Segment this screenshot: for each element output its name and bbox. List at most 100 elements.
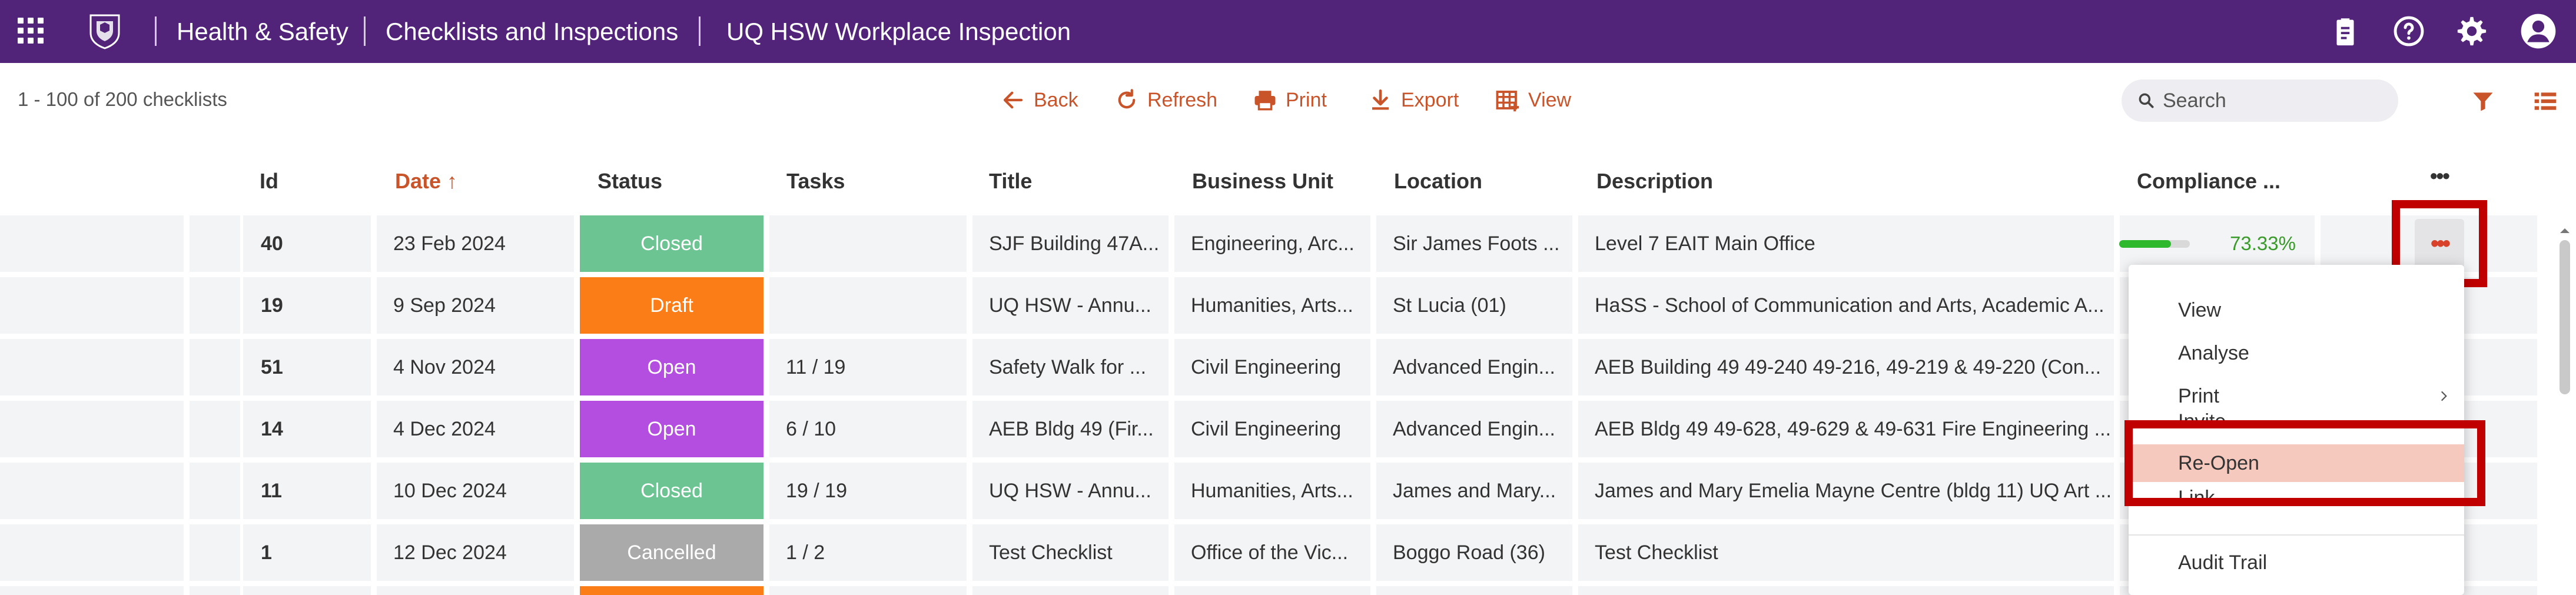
cell-title: UQ HSW - Annu... <box>972 463 1169 519</box>
record-count: 1 - 100 of 200 checklists <box>18 88 227 110</box>
cell-id: 40 <box>243 215 371 272</box>
table-cell <box>0 586 184 595</box>
status-badge: Open <box>580 401 763 457</box>
table-cell <box>377 586 574 595</box>
cell-business-unit: Office of the Vic... <box>1174 524 1370 581</box>
cell-description: James and Mary Emelia Mayne Centre (bldg… <box>1578 463 2114 519</box>
cell-description: AEB Bldg 49 49-628, 49-629 & 49-631 Fire… <box>1578 401 2114 457</box>
cell-location: Advanced Engin... <box>1376 401 1572 457</box>
search-box[interactable] <box>2122 79 2398 122</box>
vertical-scrollbar-thumb[interactable] <box>2560 240 2570 394</box>
table-cell <box>1174 586 1370 595</box>
row-expand-cell <box>190 215 240 272</box>
cell-location: Boggo Road (36) <box>1376 524 1572 581</box>
status-badge <box>580 586 763 595</box>
menu-item-print[interactable]: Print <box>2129 377 2464 415</box>
column-header-business-unit[interactable]: Business Unit <box>1192 169 1333 194</box>
row-select-cell <box>0 463 184 519</box>
breadcrumb-separator <box>699 16 701 46</box>
cell-id: 11 <box>243 463 371 519</box>
row-expand-cell <box>190 339 240 395</box>
view-button[interactable]: View <box>1495 85 1571 115</box>
table-view-icon <box>1496 91 1519 112</box>
status-badge: Open <box>580 339 763 395</box>
column-header-status[interactable]: Status <box>597 169 662 194</box>
column-header-title[interactable]: Title <box>989 169 1032 194</box>
column-header-compliance[interactable]: Compliance ... <box>2137 169 2280 194</box>
cell-business-unit: Humanities, Arts... <box>1174 277 1370 334</box>
back-label: Back <box>1034 88 1078 111</box>
cell-title: Safety Walk for ... <box>972 339 1169 395</box>
cell-location: Sir James Foots ... <box>1376 215 1572 272</box>
column-options-button[interactable]: ••• <box>2430 164 2450 188</box>
cell-location: St Lucia (01) <box>1376 277 1572 334</box>
printer-icon <box>1254 91 1276 111</box>
table-cell <box>190 586 240 595</box>
breadcrumb-health-safety[interactable]: Health & Safety <box>177 18 348 46</box>
cell-tasks <box>769 215 967 272</box>
column-header-date[interactable]: Date ↑ <box>395 169 457 194</box>
cell-date: 10 Dec 2024 <box>377 463 574 519</box>
menu-item-audit-trail[interactable]: Audit Trail <box>2129 544 2464 581</box>
uq-crest-icon[interactable] <box>88 13 121 49</box>
column-header-description[interactable]: Description <box>1596 169 1713 194</box>
breadcrumb-checklists-inspections[interactable]: Checklists and Inspections <box>386 18 678 46</box>
clipboard-icon[interactable] <box>2328 14 2362 48</box>
status-badge: Cancelled <box>580 524 763 581</box>
gear-icon[interactable] <box>2455 14 2489 48</box>
cell-date: 4 Nov 2024 <box>377 339 574 395</box>
status-badge: Closed <box>580 215 763 272</box>
cell-id: 1 <box>243 524 371 581</box>
column-header-tasks[interactable]: Tasks <box>786 169 845 194</box>
cell-business-unit: Civil Engineering <box>1174 401 1370 457</box>
status-badge: Draft <box>580 277 763 334</box>
cell-business-unit: Humanities, Arts... <box>1174 463 1370 519</box>
compliance-progress-fill <box>2119 240 2171 248</box>
cell-date: 12 Dec 2024 <box>377 524 574 581</box>
cell-description: HaSS - School of Communication and Arts,… <box>1578 277 2114 334</box>
cell-title: SJF Building 47A... <box>972 215 1169 272</box>
back-button[interactable]: Back <box>1001 85 1078 115</box>
cell-id: 51 <box>243 339 371 395</box>
highlight-box-re-open <box>2124 420 2485 506</box>
refresh-label: Refresh <box>1147 88 1218 111</box>
menu-item-view[interactable]: View <box>2129 291 2464 329</box>
row-select-cell <box>0 339 184 395</box>
chevron-right-icon <box>2441 391 2447 401</box>
account-icon[interactable] <box>2519 12 2557 50</box>
table-cell <box>243 586 371 595</box>
cell-description: Test Checklist <box>1578 524 2114 581</box>
scroll-up-arrow-icon[interactable] <box>2557 225 2573 237</box>
column-header-id[interactable]: Id <box>260 169 278 194</box>
search-icon <box>2139 93 2154 108</box>
top-app-bar: Health & Safety Checklists and Inspectio… <box>0 0 2576 63</box>
status-badge: Closed <box>580 463 763 519</box>
cell-location: James and Mary... <box>1376 463 1572 519</box>
row-select-cell <box>0 215 184 272</box>
search-input[interactable] <box>2163 89 2386 112</box>
row-expand-cell <box>190 463 240 519</box>
print-label: Print <box>1286 88 1327 111</box>
row-select-cell <box>0 277 184 334</box>
filter-icon[interactable] <box>2470 88 2496 114</box>
cell-date: 9 Sep 2024 <box>377 277 574 334</box>
cell-date: 23 Feb 2024 <box>377 215 574 272</box>
cell-title: Test Checklist <box>972 524 1169 581</box>
export-button[interactable]: Export <box>1368 85 1459 115</box>
column-header-location[interactable]: Location <box>1394 169 1482 194</box>
row-expand-cell <box>190 524 240 581</box>
help-icon[interactable] <box>2392 14 2426 48</box>
cell-tasks: 1 / 2 <box>769 524 967 581</box>
apps-grid-icon[interactable] <box>18 18 44 44</box>
cell-description: AEB Building 49 49-240 49-216, 49-219 & … <box>1578 339 2114 395</box>
view-label: View <box>1528 88 1572 111</box>
refresh-button[interactable]: Refresh <box>1114 85 1217 115</box>
cell-id: 19 <box>243 277 371 334</box>
export-label: Export <box>1401 88 1459 111</box>
print-button[interactable]: Print <box>1253 85 1327 115</box>
table-cell <box>972 586 1169 595</box>
refresh-icon <box>1118 89 1136 109</box>
list-view-icon[interactable] <box>2532 88 2558 114</box>
menu-item-analyse[interactable]: Analyse <box>2129 334 2464 372</box>
cell-business-unit: Engineering, Arc... <box>1174 215 1370 272</box>
